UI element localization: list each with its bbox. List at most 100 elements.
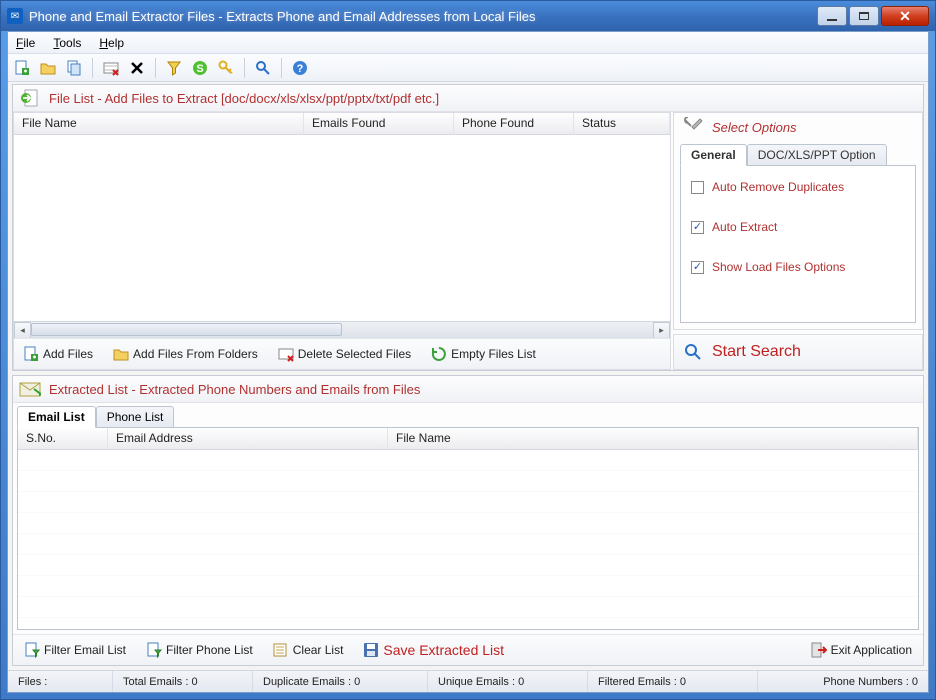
add-file-icon: [23, 346, 39, 362]
extracted-title: Extracted List - Extracted Phone Numbers…: [49, 382, 420, 397]
window-title: Phone and Email Extractor Files - Extrac…: [29, 9, 817, 24]
file-list-title: File List - Add Files to Extract [doc/do…: [49, 91, 439, 106]
option-auto-remove-duplicates[interactable]: Auto Remove Duplicates: [691, 180, 905, 194]
options-title: Select Options: [712, 120, 797, 135]
extracted-panel: Extracted List - Extracted Phone Numbers…: [12, 375, 924, 666]
col-sno[interactable]: S.No.: [18, 428, 108, 449]
add-files-from-folders-button[interactable]: Add Files From Folders: [106, 343, 265, 365]
scroll-track[interactable]: [31, 322, 653, 339]
tab-general[interactable]: General: [680, 144, 747, 166]
key-icon[interactable]: [216, 58, 236, 78]
menu-bar: File Tools Help: [8, 32, 928, 54]
status-duplicate-emails: Duplicate Emails : 0: [253, 671, 428, 692]
option-label: Show Load Files Options: [712, 260, 845, 274]
empty-files-button[interactable]: Empty Files List: [424, 343, 543, 365]
add-folders-label: Add Files From Folders: [133, 347, 258, 361]
exit-application-button[interactable]: Exit Application: [804, 639, 919, 661]
envelope-icon: [19, 380, 41, 398]
horizontal-scrollbar[interactable]: ◂ ▸: [14, 321, 670, 338]
col-file-name[interactable]: File Name: [388, 428, 918, 449]
toolbar-separator: [155, 58, 156, 78]
menu-file[interactable]: File: [16, 36, 35, 50]
tab-phone-list[interactable]: Phone List: [96, 406, 175, 428]
clear-list-button[interactable]: Clear List: [266, 639, 351, 661]
search-icon[interactable]: [253, 58, 273, 78]
filter-phone-button[interactable]: Filter Phone List: [139, 639, 260, 661]
options-tabs: General DOC/XLS/PPT Option: [680, 144, 916, 166]
col-phone-found[interactable]: Phone Found: [454, 113, 574, 134]
file-list-panel: File List - Add Files to Extract [doc/do…: [12, 84, 924, 371]
option-label: Auto Remove Duplicates: [712, 180, 844, 194]
filter-email-label: Filter Email List: [44, 643, 126, 657]
exit-label: Exit Application: [831, 643, 912, 657]
filter-email-icon: [24, 642, 40, 658]
minimize-button[interactable]: [817, 6, 847, 26]
file-grid: File Name Emails Found Phone Found Statu…: [13, 112, 671, 370]
delete-selected-button[interactable]: Delete Selected Files: [271, 343, 418, 365]
filter-phone-label: Filter Phone List: [166, 643, 253, 657]
clear-list-label: Clear List: [293, 643, 344, 657]
file-list-header: File List - Add Files to Extract [doc/do…: [13, 85, 923, 112]
filter-icon[interactable]: [164, 58, 184, 78]
refresh-icon: [431, 346, 447, 362]
add-files-label: Add Files: [43, 347, 93, 361]
exit-icon: [811, 642, 827, 658]
add-folder-icon[interactable]: [38, 58, 58, 78]
extracted-tabs: Email List Phone List: [17, 406, 919, 428]
status-total-emails: Total Emails : 0: [113, 671, 253, 692]
status-phone-numbers: Phone Numbers : 0: [758, 671, 928, 692]
svg-text:?: ?: [297, 63, 304, 75]
add-files-button[interactable]: Add Files: [16, 343, 100, 365]
copy-icon[interactable]: [64, 58, 84, 78]
scroll-thumb[interactable]: [31, 323, 342, 336]
maximize-button[interactable]: [849, 6, 879, 26]
options-panel: Select Options General DOC/XLS/PPT Optio…: [673, 112, 923, 330]
col-status[interactable]: Status: [574, 113, 670, 134]
delete-row-icon[interactable]: [101, 58, 121, 78]
toolbar-separator: [281, 58, 282, 78]
save-extracted-label: Save Extracted List: [383, 642, 504, 658]
file-grid-header: File Name Emails Found Phone Found Statu…: [14, 113, 670, 135]
start-search-button[interactable]: Start Search: [673, 334, 923, 370]
save-extracted-button[interactable]: Save Extracted List: [356, 639, 511, 661]
status-filtered-emails: Filtered Emails : 0: [588, 671, 758, 692]
toolbar-separator: [244, 58, 245, 78]
col-filename[interactable]: File Name: [14, 113, 304, 134]
file-arrow-icon: [19, 89, 41, 107]
option-auto-extract[interactable]: ✓ Auto Extract: [691, 220, 905, 234]
empty-files-label: Empty Files List: [451, 347, 536, 361]
title-bar[interactable]: ✉ Phone and Email Extractor Files - Extr…: [1, 1, 935, 31]
add-file-icon[interactable]: [12, 58, 32, 78]
option-show-load-files[interactable]: ✓ Show Load Files Options: [691, 260, 905, 274]
options-body: Auto Remove Duplicates ✓ Auto Extract ✓ …: [680, 165, 916, 323]
scroll-right-button[interactable]: ▸: [653, 322, 670, 339]
tab-doc-xls-ppt[interactable]: DOC/XLS/PPT Option: [747, 144, 887, 166]
col-emails-found[interactable]: Emails Found: [304, 113, 454, 134]
clear-list-icon: [273, 642, 289, 658]
file-grid-body[interactable]: [14, 135, 670, 321]
options-column: Select Options General DOC/XLS/PPT Optio…: [673, 112, 923, 370]
app-window: ✉ Phone and Email Extractor Files - Extr…: [0, 0, 936, 700]
status-bar: Files : Total Emails : 0 Duplicate Email…: [8, 670, 928, 692]
tab-email-list[interactable]: Email List: [17, 406, 96, 428]
filter-email-button[interactable]: Filter Email List: [17, 639, 133, 661]
menu-tools[interactable]: Tools: [53, 36, 81, 50]
save-icon: [363, 642, 379, 658]
app-icon: ✉: [7, 8, 23, 24]
close-button[interactable]: ✕: [881, 6, 929, 26]
option-label: Auto Extract: [712, 220, 777, 234]
content: File List - Add Files to Extract [doc/do…: [8, 82, 928, 670]
folder-icon: [113, 346, 129, 362]
extracted-grid-body[interactable]: [18, 450, 918, 629]
help-icon[interactable]: ?: [290, 58, 310, 78]
col-email-address[interactable]: Email Address: [108, 428, 388, 449]
status-unique-emails: Unique Emails : 0: [428, 671, 588, 692]
skype-icon[interactable]: S: [190, 58, 210, 78]
file-actions: Add Files Add Files From Folders Delete …: [14, 338, 670, 369]
scroll-left-button[interactable]: ◂: [14, 322, 31, 339]
checkbox[interactable]: [691, 181, 704, 194]
checkbox[interactable]: ✓: [691, 221, 704, 234]
checkbox[interactable]: ✓: [691, 261, 704, 274]
clear-icon[interactable]: [127, 58, 147, 78]
menu-help[interactable]: Help: [99, 36, 124, 50]
